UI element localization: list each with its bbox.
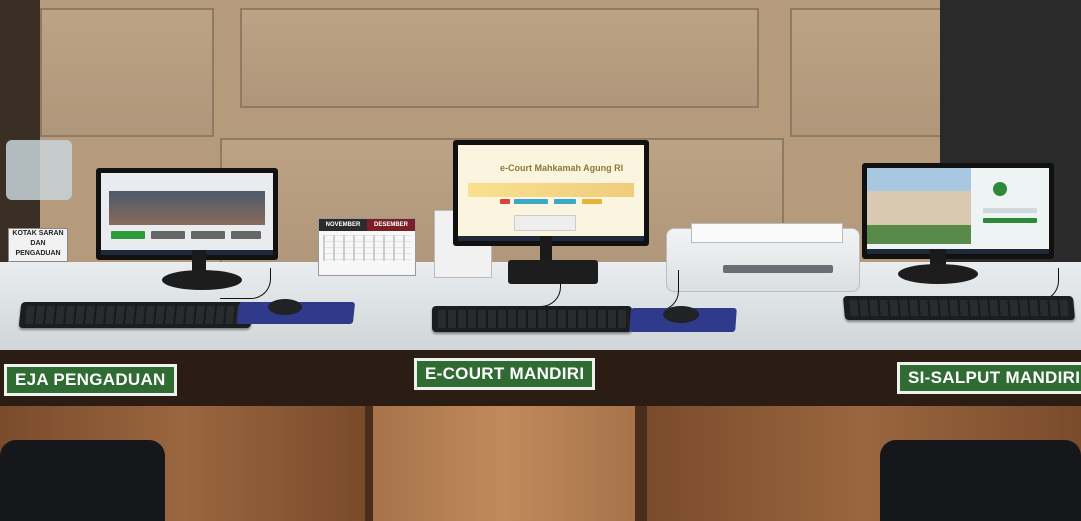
calendar-grid [323, 235, 411, 261]
chair-left [0, 440, 165, 521]
monitor-right-base [898, 264, 978, 284]
mouse-left[interactable] [268, 299, 302, 315]
screen-button [554, 199, 576, 204]
suggestion-box-sign: KOTAK SARAN DAN PENGADUAN [8, 228, 68, 262]
cabinet-divider [365, 406, 373, 521]
screen-button [582, 199, 602, 204]
label-pengaduan: EJA PENGADUAN [4, 364, 177, 396]
printer-slot [723, 265, 833, 273]
screen-banner [468, 183, 634, 197]
kiosk-scene: KOTAK SARAN DAN PENGADUAN EJA PENGADUAN … [0, 0, 1081, 521]
screen-button [151, 231, 185, 239]
screen-panel [514, 215, 576, 231]
screen-field [983, 208, 1037, 213]
label-si-salput-mandiri: SI-SALPUT MANDIRI [897, 362, 1081, 394]
cabinet-divider [635, 406, 647, 521]
cabinet-center [373, 406, 635, 521]
cable [620, 270, 679, 311]
keyboard-left[interactable] [18, 302, 254, 328]
screen-field [983, 218, 1037, 223]
wall-panel [240, 8, 759, 108]
suggestion-box-line1: KOTAK SARAN [12, 230, 64, 237]
screen-button [191, 231, 225, 239]
monitor-left-screen [101, 173, 273, 255]
suggestion-box-line3: PENGADUAN [15, 250, 61, 257]
suggestion-box-top [6, 140, 72, 200]
monitor-right-screen [867, 168, 1049, 254]
monitor-center-screen: e-Court Mahkamah Agung RI [458, 145, 644, 241]
wall-panel [790, 8, 942, 137]
calendar-month-right: DESEMBER [367, 219, 415, 231]
label-ecourt-mandiri: E-COURT MANDIRI [414, 358, 596, 390]
screen-button [514, 199, 548, 204]
desk-calendar: NOVEMBER DESEMBER [318, 218, 416, 276]
suggestion-box-line2: DAN [30, 240, 46, 247]
wall-panel [40, 8, 214, 137]
keyboard-center[interactable] [432, 306, 632, 332]
monitor-center: e-Court Mahkamah Agung RI [453, 140, 649, 246]
monitor-right [862, 163, 1054, 259]
calendar-month-left: NOVEMBER [319, 219, 367, 231]
printer [666, 223, 860, 292]
screen-button [231, 231, 261, 239]
screen-button [500, 199, 510, 204]
screen-title: e-Court Mahkamah Agung RI [500, 163, 624, 173]
cable [220, 268, 271, 299]
chair-right [880, 440, 1081, 521]
screen-photo [867, 168, 971, 244]
printer-paper [691, 223, 843, 243]
monitor-center-base [508, 260, 598, 284]
taskbar [867, 249, 1049, 254]
mouse-center[interactable] [663, 306, 699, 323]
monitor-left [96, 168, 278, 260]
screen-banner [109, 191, 265, 225]
taskbar [101, 250, 273, 255]
screen-logo [993, 182, 1007, 196]
keyboard-right[interactable] [842, 296, 1076, 320]
screen-button [111, 231, 145, 239]
